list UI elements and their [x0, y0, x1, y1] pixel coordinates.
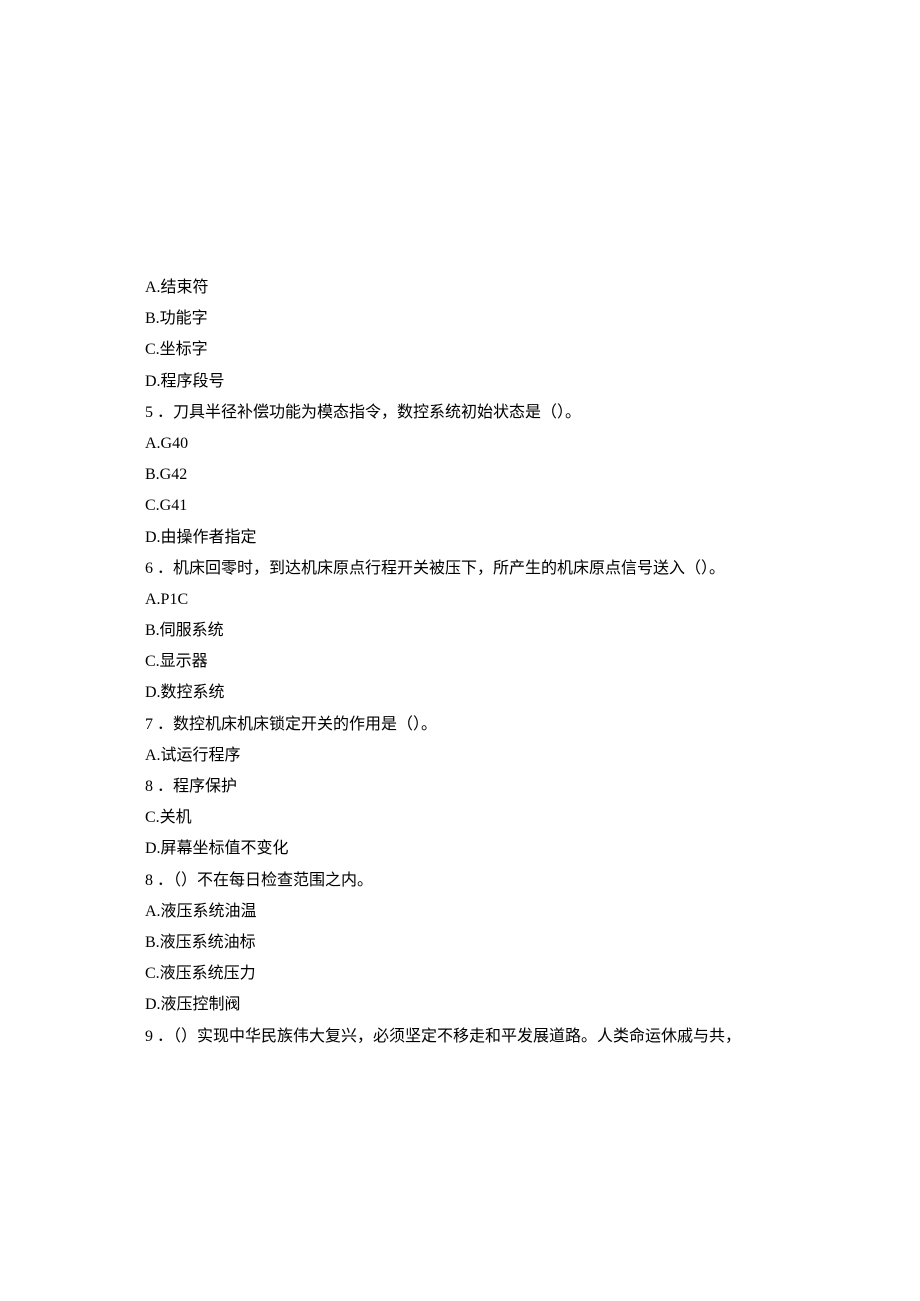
- option-line: B.液压系统油标: [145, 927, 820, 958]
- option-line: 8 ．程序保护: [145, 771, 820, 802]
- option-line: C.关机: [145, 802, 820, 833]
- option-line: A.P1C: [145, 584, 820, 615]
- option-line: C.显示器: [145, 646, 820, 677]
- option-line: A.结束符: [145, 272, 820, 303]
- option-line: B.G42: [145, 459, 820, 490]
- document-content: A.结束符 B.功能字 C.坐标字 D.程序段号 5 ．刀具半径补偿功能为模态指…: [145, 272, 820, 1052]
- option-line: B.功能字: [145, 303, 820, 334]
- option-line: C.液压系统压力: [145, 958, 820, 989]
- question-line: 6 ．机床回零时，到达机床原点行程开关被压下，所产生的机床原点信号送入（）。: [145, 553, 820, 584]
- option-line: A.液压系统油温: [145, 896, 820, 927]
- question-line: 8 ．（）不在每日检查范围之内。: [145, 865, 820, 896]
- option-line: D.程序段号: [145, 366, 820, 397]
- question-line: 5 ．刀具半径补偿功能为模态指令，数控系统初始状态是（）。: [145, 397, 820, 428]
- option-line: D.由操作者指定: [145, 522, 820, 553]
- question-line: 7 ．数控机床机床锁定开关的作用是（）。: [145, 709, 820, 740]
- option-line: D.数控系统: [145, 677, 820, 708]
- option-line: D.屏幕坐标值不变化: [145, 833, 820, 864]
- question-line: 9 ．（）实现中华民族伟大复兴，必须坚定不移走和平发展道路。人类命运休戚与共，: [145, 1021, 820, 1052]
- option-line: A.G40: [145, 428, 820, 459]
- option-line: A.试运行程序: [145, 740, 820, 771]
- option-line: D.液压控制阀: [145, 989, 820, 1020]
- option-line: C.G41: [145, 490, 820, 521]
- option-line: B.伺服系统: [145, 615, 820, 646]
- option-line: C.坐标字: [145, 334, 820, 365]
